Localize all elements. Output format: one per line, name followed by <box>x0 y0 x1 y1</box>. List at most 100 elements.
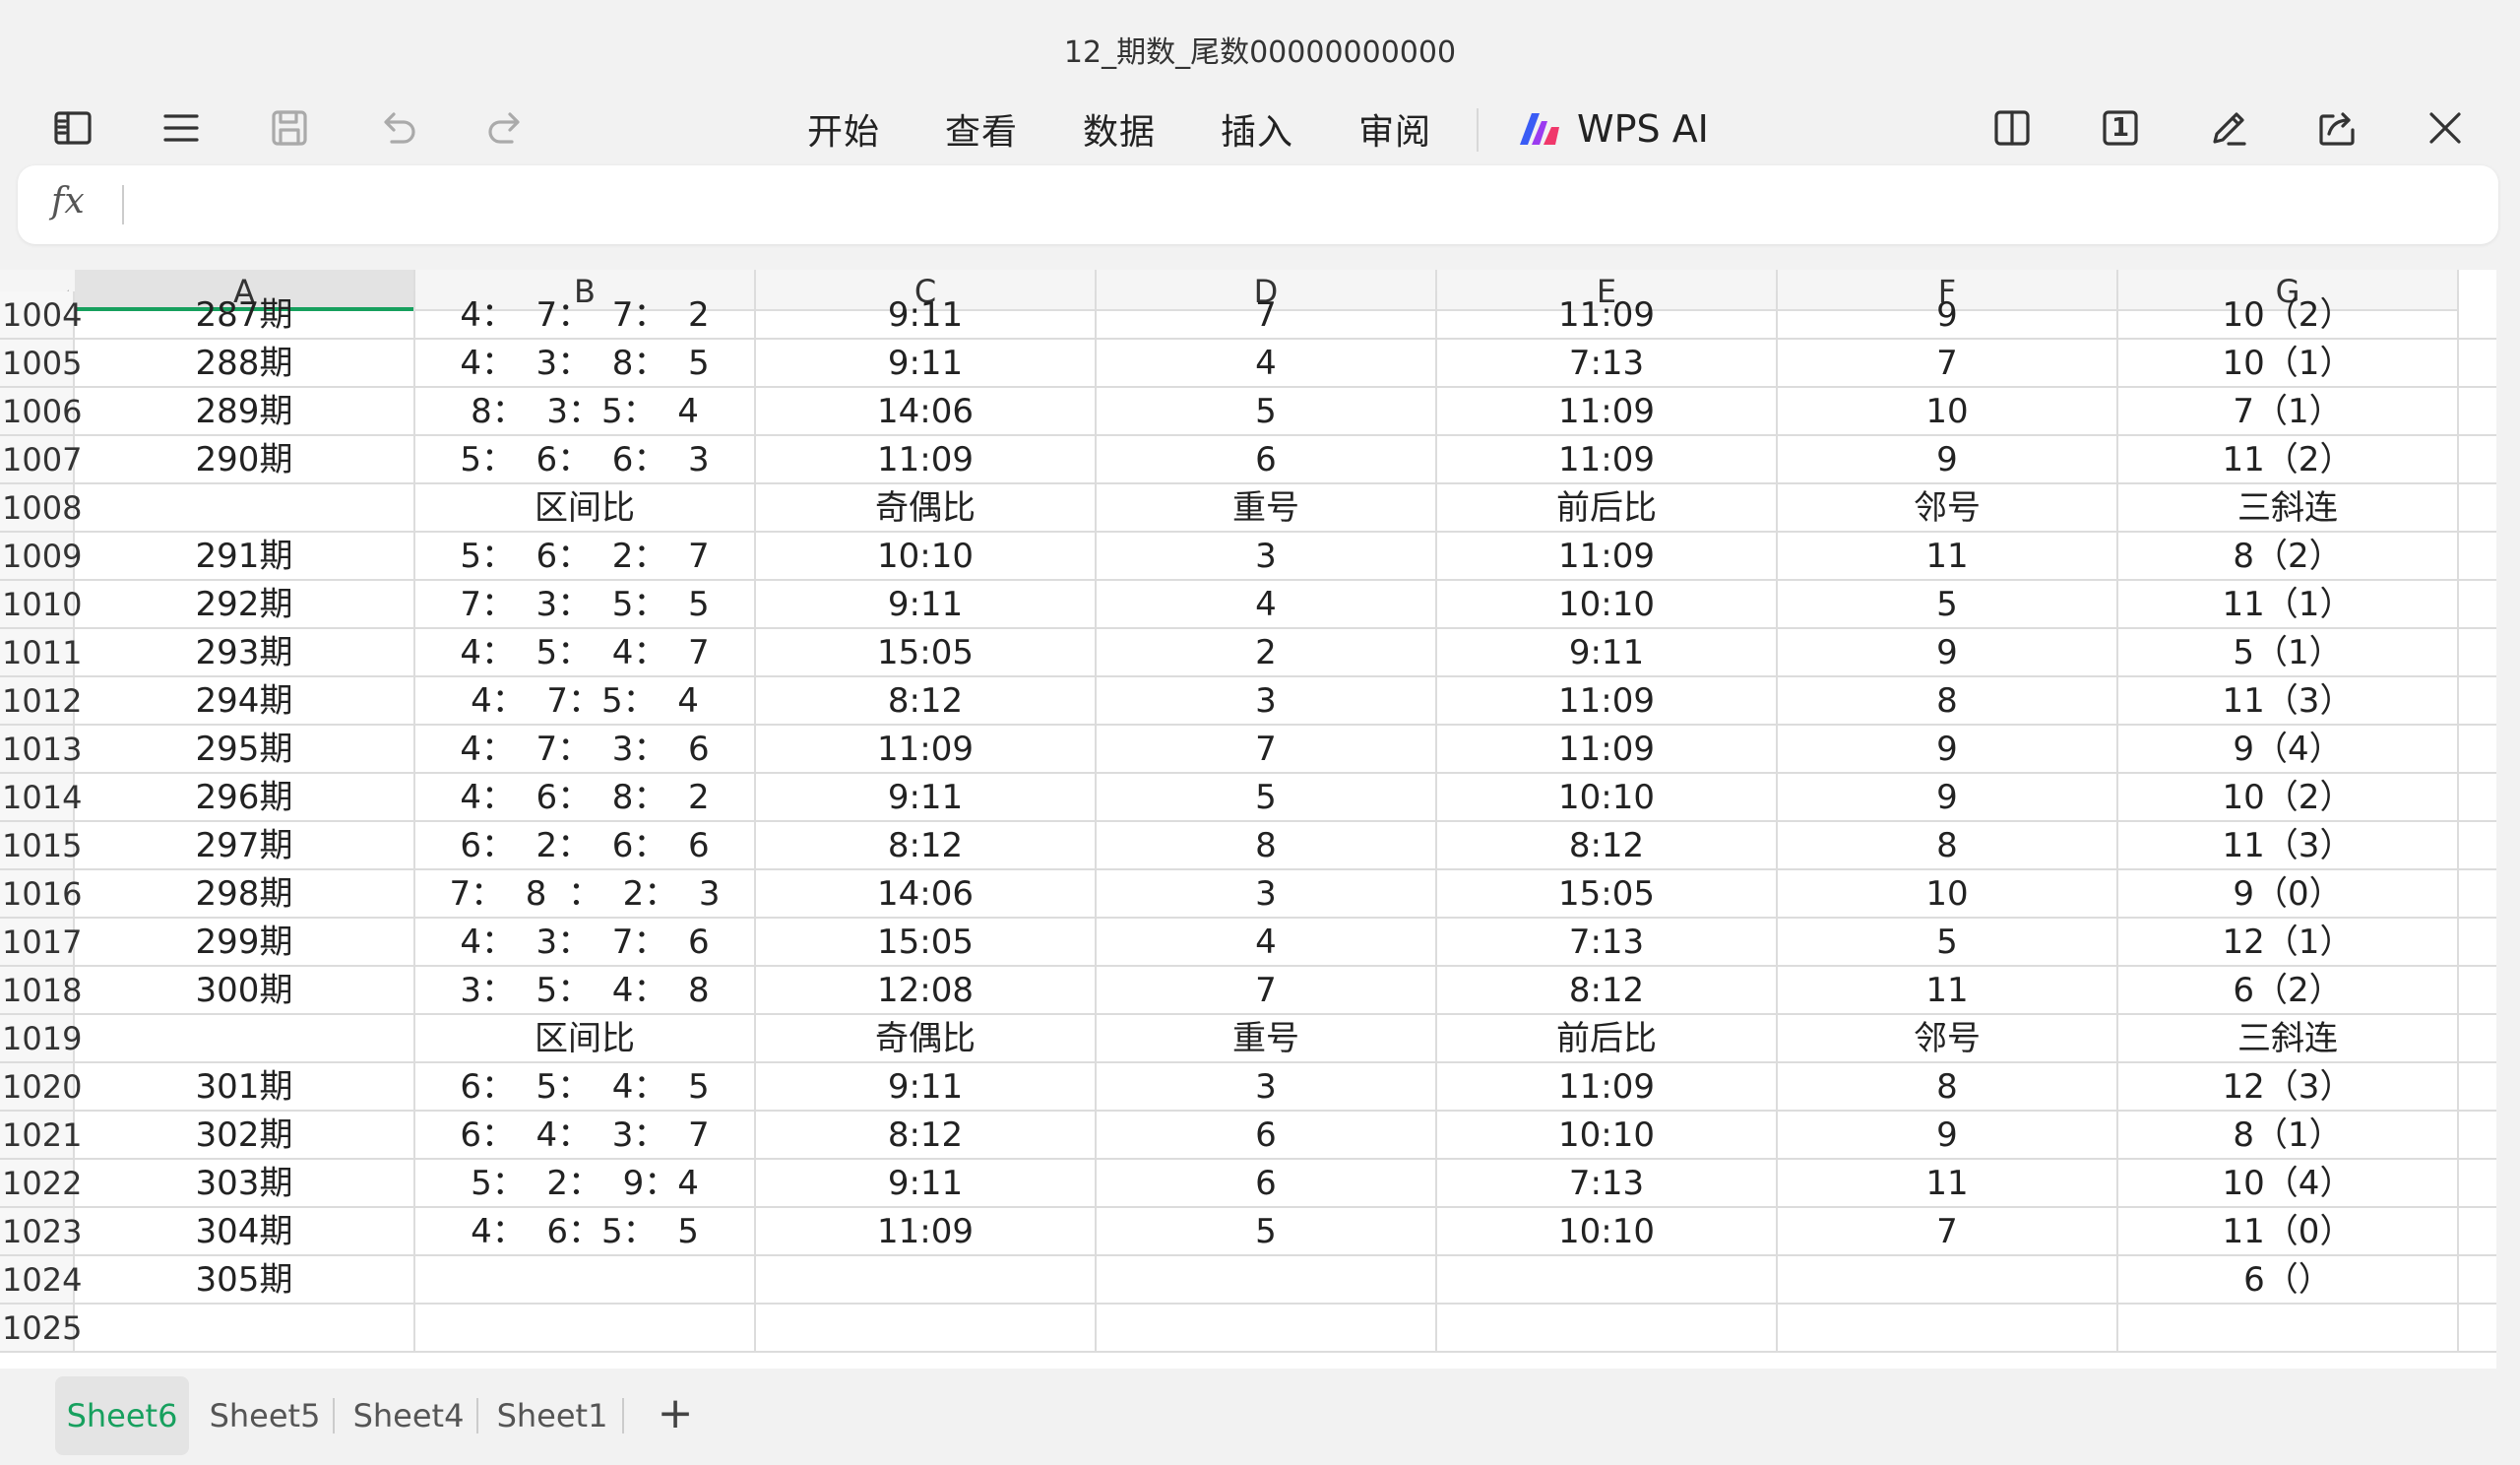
cell-b[interactable]: 5： 6： 2： 7 <box>415 533 756 579</box>
undo-icon[interactable] <box>370 100 425 156</box>
cell-c[interactable]: 10:10 <box>756 533 1097 579</box>
cell-b[interactable]: 区间比 <box>415 484 756 531</box>
cell-b[interactable]: 区间比 <box>415 1015 756 1061</box>
cell-c[interactable]: 11:09 <box>756 436 1097 482</box>
cell-b[interactable] <box>415 1256 756 1303</box>
cell-f[interactable]: 9 <box>1778 291 2118 338</box>
cell-c[interactable]: 15:05 <box>756 919 1097 965</box>
row-header[interactable]: 1016 <box>0 870 82 917</box>
cell-a[interactable]: 288期 <box>75 340 415 386</box>
redo-icon[interactable] <box>478 100 534 156</box>
cell-f[interactable]: 8 <box>1778 822 2118 868</box>
cell-f[interactable]: 9 <box>1778 726 2118 772</box>
cell-d[interactable]: 6 <box>1097 1112 1437 1158</box>
cell-e[interactable]: 8:12 <box>1437 967 1778 1013</box>
cell-d[interactable]: 5 <box>1097 1208 1437 1254</box>
cell-a[interactable]: 300期 <box>75 967 415 1013</box>
cell-f[interactable] <box>1778 1256 2118 1303</box>
row-header[interactable]: 1005 <box>0 340 82 386</box>
row-header[interactable]: 1011 <box>0 629 82 675</box>
cell-g[interactable]: 12（3） <box>2118 1063 2459 1110</box>
page-count-icon[interactable]: 1 <box>2093 100 2148 156</box>
sidebar-toggle-icon[interactable] <box>45 100 100 156</box>
cell-b[interactable]: 4： 5： 4： 7 <box>415 629 756 675</box>
row-header[interactable]: 1010 <box>0 581 82 627</box>
cell-d[interactable]: 4 <box>1097 340 1437 386</box>
cell-a[interactable]: 301期 <box>75 1063 415 1110</box>
formula-input[interactable] <box>140 175 2487 236</box>
cell-f[interactable]: 8 <box>1778 1063 2118 1110</box>
cell-g[interactable]: 10（4） <box>2118 1160 2459 1206</box>
cell-e[interactable]: 11:09 <box>1437 291 1778 338</box>
sheet-tab-sheet4[interactable]: Sheet4 <box>346 1376 471 1455</box>
row-header[interactable]: 1021 <box>0 1112 82 1158</box>
cell-e[interactable]: 7:13 <box>1437 340 1778 386</box>
cell-e[interactable]: 10:10 <box>1437 774 1778 820</box>
cell-f[interactable]: 9 <box>1778 629 2118 675</box>
cell-g[interactable] <box>2118 1305 2459 1351</box>
cell-b[interactable]: 4： 3： 7： 6 <box>415 919 756 965</box>
cell-e[interactable]: 9:11 <box>1437 629 1778 675</box>
cell-g[interactable]: 6（） <box>2118 1256 2459 1303</box>
edit-pen-icon[interactable] <box>2201 100 2256 156</box>
cell-d[interactable]: 4 <box>1097 919 1437 965</box>
cell-c[interactable]: 14:06 <box>756 870 1097 917</box>
row-header[interactable]: 1007 <box>0 436 82 482</box>
cell-d[interactable]: 7 <box>1097 967 1437 1013</box>
cell-a[interactable] <box>75 484 415 531</box>
cell-g[interactable]: 10（1） <box>2118 340 2459 386</box>
cell-g[interactable]: 9（0） <box>2118 870 2459 917</box>
cell-f[interactable]: 11 <box>1778 533 2118 579</box>
cell-b[interactable]: 4： 7： 7： 2 <box>415 291 756 338</box>
menu-item-view[interactable]: 查看 <box>945 103 1018 155</box>
cell-f[interactable]: 7 <box>1778 1208 2118 1254</box>
share-icon[interactable] <box>2309 100 2364 156</box>
cell-d[interactable]: 4 <box>1097 581 1437 627</box>
cell-c[interactable]: 9:11 <box>756 774 1097 820</box>
cell-d[interactable]: 2 <box>1097 629 1437 675</box>
cell-g[interactable]: 三斜连 <box>2118 484 2459 531</box>
row-header[interactable]: 1018 <box>0 967 82 1013</box>
cell-d[interactable]: 3 <box>1097 677 1437 724</box>
cell-a[interactable]: 291期 <box>75 533 415 579</box>
cell-c[interactable]: 8:12 <box>756 822 1097 868</box>
cell-g[interactable]: 10（2） <box>2118 291 2459 338</box>
cell-g[interactable]: 三斜连 <box>2118 1015 2459 1061</box>
sheet-tab-sheet6[interactable]: Sheet6 <box>55 1376 189 1455</box>
cell-e[interactable] <box>1437 1256 1778 1303</box>
cell-e[interactable] <box>1437 1305 1778 1351</box>
cell-f[interactable]: 9 <box>1778 436 2118 482</box>
cell-a[interactable]: 296期 <box>75 774 415 820</box>
cell-e[interactable]: 11:09 <box>1437 726 1778 772</box>
cell-b[interactable]: 8： 3：5： 4 <box>415 388 756 434</box>
cell-f[interactable]: 邻号 <box>1778 484 2118 531</box>
row-header[interactable]: 1008 <box>0 484 82 531</box>
cell-e[interactable]: 7:13 <box>1437 1160 1778 1206</box>
cell-g[interactable]: 8（1） <box>2118 1112 2459 1158</box>
menu-item-data[interactable]: 数据 <box>1083 103 1156 155</box>
cell-c[interactable]: 8:12 <box>756 1112 1097 1158</box>
cell-d[interactable]: 7 <box>1097 726 1437 772</box>
cell-b[interactable]: 4： 7：5： 4 <box>415 677 756 724</box>
cell-f[interactable]: 11 <box>1778 1160 2118 1206</box>
cell-c[interactable]: 11:09 <box>756 726 1097 772</box>
cell-c[interactable]: 11:09 <box>756 1208 1097 1254</box>
row-header[interactable]: 1020 <box>0 1063 82 1110</box>
cell-c[interactable] <box>756 1256 1097 1303</box>
sheet-tab-sheet1[interactable]: Sheet1 <box>490 1376 614 1455</box>
cell-e[interactable]: 11:09 <box>1437 388 1778 434</box>
cell-c[interactable]: 9:11 <box>756 1063 1097 1110</box>
cell-c[interactable]: 8:12 <box>756 677 1097 724</box>
menu-item-review[interactable]: 审阅 <box>1358 103 1431 155</box>
cell-b[interactable]: 5： 6： 6： 3 <box>415 436 756 482</box>
cell-a[interactable]: 292期 <box>75 581 415 627</box>
cell-g[interactable]: 11（0） <box>2118 1208 2459 1254</box>
cell-f[interactable]: 9 <box>1778 774 2118 820</box>
cell-e[interactable]: 8:12 <box>1437 822 1778 868</box>
cell-d[interactable]: 3 <box>1097 870 1437 917</box>
cell-b[interactable]: 4： 6： 8： 2 <box>415 774 756 820</box>
cell-g[interactable]: 5（1） <box>2118 629 2459 675</box>
cell-a[interactable]: 298期 <box>75 870 415 917</box>
cell-d[interactable]: 8 <box>1097 822 1437 868</box>
cell-e[interactable]: 11:09 <box>1437 1063 1778 1110</box>
